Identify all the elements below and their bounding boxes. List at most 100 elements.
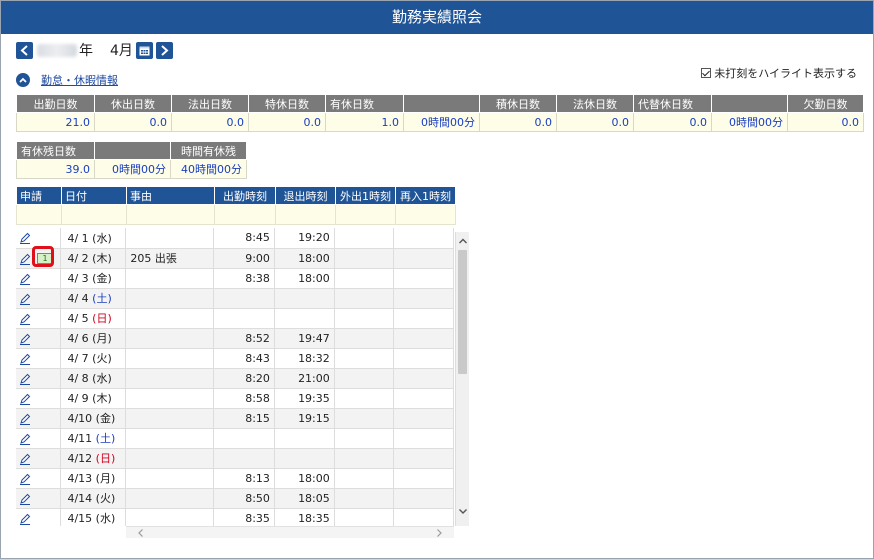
re-enter-cell (393, 388, 454, 409)
attendance-section-toggle[interactable]: 勤怠・休暇情報 (16, 72, 118, 88)
reason-cell (125, 348, 215, 369)
weekday-text: (月) (95, 472, 116, 485)
table-row[interactable]: 4/ 8 (水) 8:20 21:00 (16, 368, 454, 389)
col-header-go-out[interactable]: 外出1時刻 (335, 186, 396, 205)
horizontal-scrollbar[interactable] (126, 526, 454, 538)
summary-header: 出勤日数 (16, 94, 95, 113)
table-row[interactable]: 4/15 (水) 8:35 18:35 (16, 508, 454, 526)
edit-pencil-icon[interactable] (19, 313, 31, 325)
summary-header: 特休日数 (248, 94, 326, 113)
clock-in-cell: 8:52 (213, 328, 275, 349)
edit-pencil-icon[interactable] (19, 413, 31, 425)
date-text: 4/14 (67, 492, 93, 505)
edit-pencil-icon[interactable] (19, 353, 31, 365)
table-row[interactable]: 4/10 (金) 8:15 19:15 (16, 408, 454, 429)
go-out-cell (334, 348, 395, 369)
highlight-missing-punch-toggle[interactable]: 未打刻をハイライト表示する (701, 65, 857, 81)
col-header-clock-in[interactable]: 出勤時刻 (214, 186, 276, 205)
apply-cell[interactable] (16, 448, 62, 469)
clock-in-cell: 8:50 (213, 488, 275, 509)
vertical-scrollbar[interactable] (455, 232, 469, 526)
re-enter-cell (393, 368, 454, 389)
scroll-right-arrow-icon[interactable] (434, 528, 444, 538)
date-cell: 4/14 (火) (60, 488, 127, 509)
apply-cell[interactable] (16, 328, 62, 349)
col-header-date[interactable]: 日付 (61, 186, 127, 205)
reason-cell (125, 468, 215, 489)
summary-header: 欠勤日数 (787, 94, 864, 113)
attendance-section-link[interactable]: 勤怠・休暇情報 (41, 72, 118, 88)
edit-pencil-icon[interactable] (19, 473, 31, 485)
col-header-re-enter[interactable]: 再入1時刻 (395, 186, 456, 205)
date-text: 4/ 1 (67, 231, 89, 245)
highlight-checkbox[interactable] (701, 68, 712, 78)
table-row[interactable]: 4/ 4 (土) (16, 288, 454, 309)
date-text: 4/13 (67, 472, 93, 485)
scroll-down-arrow-icon[interactable] (458, 506, 468, 516)
go-out-cell (334, 388, 395, 409)
reason-cell (125, 308, 215, 329)
table-row[interactable]: 4/12 (日) (16, 448, 454, 469)
attendance-grid-body[interactable]: 4/ 1 (水) 8:45 19:20 1 4/ 2 (木) 205 出張 9:00 18:0… (16, 228, 454, 526)
table-row[interactable]: 4/ 5 (日) (16, 308, 454, 329)
table-row[interactable]: 4/11 (土) (16, 428, 454, 449)
edit-pencil-icon[interactable] (19, 232, 31, 245)
apply-cell[interactable] (16, 288, 62, 309)
edit-pencil-icon[interactable] (19, 433, 31, 445)
apply-cell[interactable] (16, 308, 62, 329)
date-text: 4/ 4 (67, 292, 89, 305)
apply-cell[interactable] (16, 408, 62, 429)
apply-cell[interactable] (16, 228, 62, 249)
table-row[interactable]: 4/14 (火) 8:50 18:05 (16, 488, 454, 509)
col-header-clock-out[interactable]: 退出時刻 (275, 186, 336, 205)
apply-cell[interactable] (16, 468, 62, 489)
table-row[interactable]: 4/ 1 (水) 8:45 19:20 (16, 228, 454, 249)
month-navigator: 年 4月 (16, 41, 173, 59)
edit-pencil-icon[interactable] (19, 293, 31, 305)
edit-pencil-icon[interactable] (19, 453, 31, 465)
scroll-left-arrow-icon[interactable] (136, 528, 146, 538)
table-row[interactable]: 4/ 9 (木) 8:58 19:35 (16, 388, 454, 409)
reason-cell: 205 出張 (125, 248, 215, 269)
year-value-redacted (37, 43, 77, 57)
apply-cell[interactable] (16, 488, 62, 509)
apply-cell[interactable] (16, 368, 62, 389)
apply-cell[interactable] (16, 388, 62, 409)
table-row[interactable]: 4/ 6 (月) 8:52 19:47 (16, 328, 454, 349)
re-enter-cell (393, 308, 454, 329)
apply-cell[interactable] (16, 348, 62, 369)
edit-pencil-icon[interactable] (19, 493, 31, 505)
weekday-text: (日) (95, 452, 116, 465)
table-row[interactable]: 4/13 (月) 8:13 18:00 (16, 468, 454, 489)
edit-pencil-icon[interactable] (19, 393, 31, 405)
clock-out-cell: 18:05 (274, 488, 335, 509)
chevron-up-icon[interactable] (16, 73, 30, 87)
edit-pencil-icon[interactable] (19, 253, 31, 265)
calendar-button[interactable] (135, 41, 153, 59)
clock-out-cell: 19:15 (274, 408, 335, 429)
attendance-summary-table: 出勤日数 休出日数 法出日数 特休日数 有休日数 積休日数 法休日数 代替休日数… (16, 94, 864, 132)
edit-pencil-icon[interactable] (19, 273, 31, 285)
vertical-scrollbar-thumb[interactable] (458, 250, 467, 374)
date-cell: 4/ 3 (金) (60, 268, 127, 289)
table-row[interactable]: 4/ 3 (金) 8:38 18:00 (16, 268, 454, 289)
table-row[interactable]: 4/ 7 (火) 8:43 18:32 (16, 348, 454, 369)
re-enter-cell (393, 348, 454, 369)
date-text: 4/ 6 (67, 332, 89, 345)
col-header-reason[interactable]: 事由 (126, 186, 215, 205)
col-header-apply[interactable]: 申請 (16, 186, 62, 205)
apply-cell[interactable] (16, 268, 62, 289)
edit-pencil-icon[interactable] (19, 513, 31, 525)
apply-cell[interactable] (16, 508, 62, 526)
date-cell: 4/12 (日) (60, 448, 127, 469)
edit-pencil-icon[interactable] (19, 373, 31, 385)
apply-cell[interactable] (16, 428, 62, 449)
weekday-text: (土) (92, 292, 112, 305)
table-row[interactable]: 1 4/ 2 (木) 205 出張 9:00 18:00 (16, 248, 454, 269)
next-month-button[interactable] (155, 41, 173, 59)
scroll-up-arrow-icon[interactable] (458, 236, 468, 246)
balance-header-row: 有休残日数 時間有休残 (16, 141, 247, 160)
edit-pencil-icon[interactable] (19, 333, 31, 345)
date-cell: 4/ 9 (木) (60, 388, 127, 409)
prev-month-button[interactable] (16, 41, 33, 59)
